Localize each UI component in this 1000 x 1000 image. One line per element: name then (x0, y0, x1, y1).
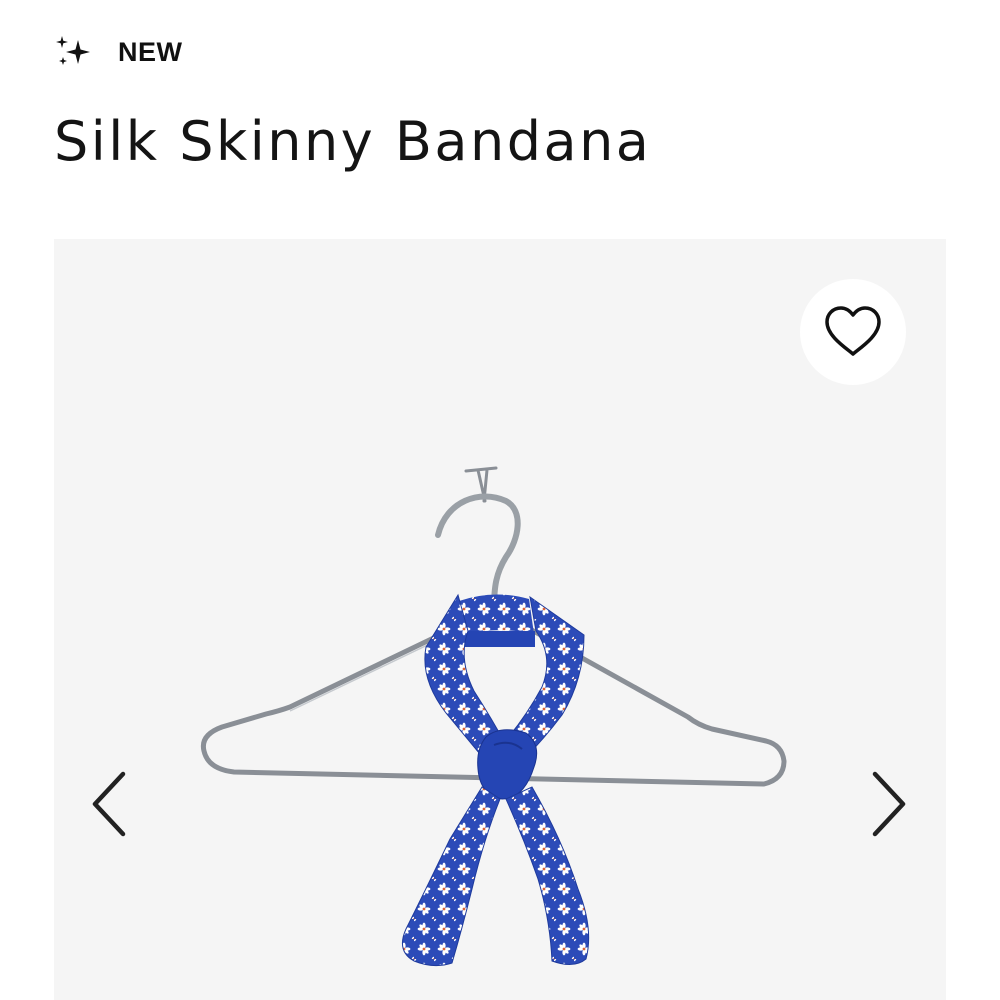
chevron-right-icon (872, 771, 906, 837)
wishlist-button[interactable] (800, 279, 906, 385)
sparkle-icon (54, 34, 92, 70)
product-image-gallery[interactable] (54, 239, 946, 1000)
heart-icon (825, 306, 881, 356)
previous-image-button[interactable] (84, 767, 134, 841)
next-image-button[interactable] (864, 767, 914, 841)
new-badge: NEW (54, 34, 183, 70)
chevron-left-icon (92, 771, 126, 837)
new-badge-label: NEW (118, 36, 183, 67)
product-title: Silk Skinny Bandana (54, 110, 652, 173)
